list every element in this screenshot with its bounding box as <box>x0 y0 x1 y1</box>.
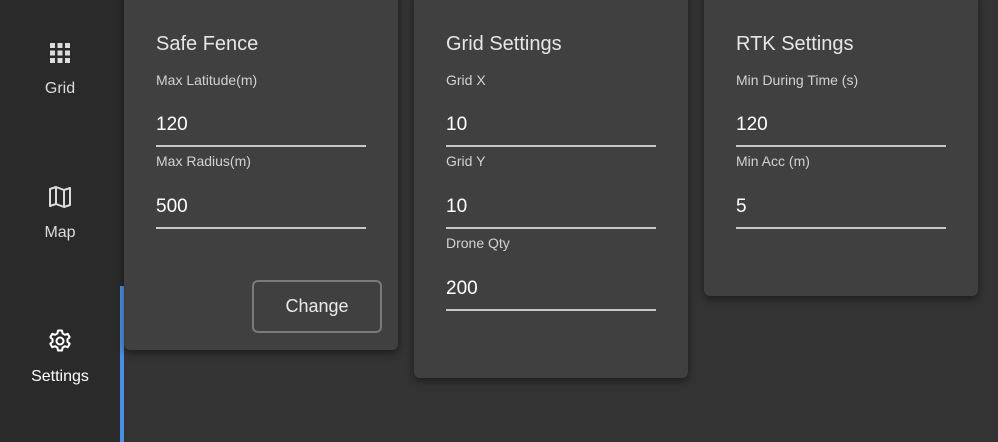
max-latitude-label: Max Latitude(m) <box>156 72 258 88</box>
map-icon <box>49 186 71 208</box>
grid-x-input[interactable] <box>446 114 656 147</box>
sidebar-item-grid[interactable]: Grid <box>0 40 120 98</box>
card-title: Safe Fence <box>156 33 259 55</box>
max-latitude-input[interactable] <box>156 114 366 147</box>
drone-qty-input[interactable] <box>446 278 656 311</box>
drone-qty-label: Drone Qty <box>446 235 510 251</box>
grid-y-label: Grid Y <box>446 153 486 169</box>
min-acc-input[interactable] <box>736 196 946 229</box>
grid-y-input[interactable] <box>446 196 656 229</box>
max-radius-input[interactable] <box>156 196 366 229</box>
max-radius-label: Max Radius(m) <box>156 153 251 169</box>
sidebar-item-label: Settings <box>31 368 89 385</box>
grid-settings-card: Grid Settings Grid X Grid Y Drone Qty <box>414 0 688 378</box>
grid-icon <box>50 43 70 63</box>
safe-fence-card: Safe Fence Max Latitude(m) Max Radius(m)… <box>124 0 398 350</box>
grid-x-label: Grid X <box>446 72 486 88</box>
sidebar-item-label: Map <box>44 224 76 241</box>
card-title: RTK Settings <box>736 33 854 55</box>
gear-icon <box>49 329 71 352</box>
min-during-time-input[interactable] <box>736 114 946 147</box>
min-during-time-label: Min During Time (s) <box>736 72 859 88</box>
card-title: Grid Settings <box>446 33 562 55</box>
sidebar-item-map[interactable]: Map <box>0 184 120 242</box>
rtk-settings-card: RTK Settings Min During Time (s) Min Acc… <box>704 0 978 296</box>
change-button[interactable]: Change <box>252 280 382 333</box>
min-acc-label: Min Acc (m) <box>736 153 810 169</box>
sidebar-item-label: Grid <box>44 80 76 97</box>
sidebar: Grid Map Settings <box>0 0 124 442</box>
sidebar-item-settings[interactable]: Settings <box>0 328 120 386</box>
